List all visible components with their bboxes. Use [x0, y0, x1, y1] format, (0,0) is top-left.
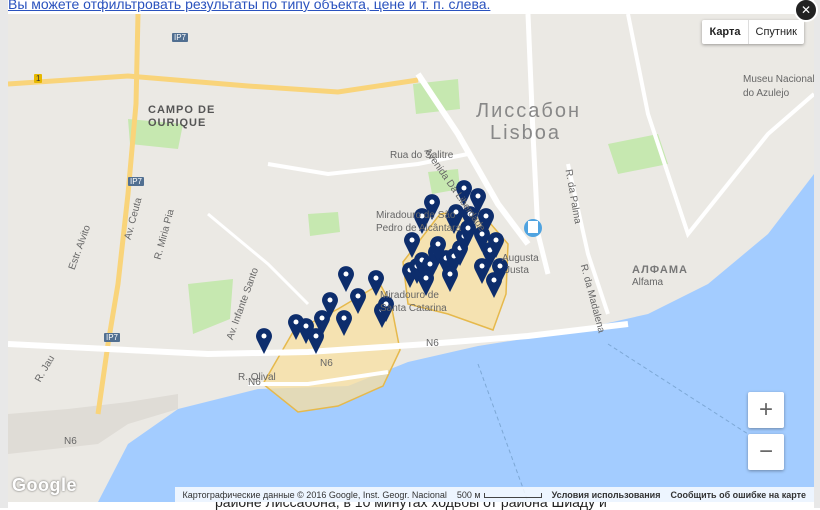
label-n6-b: N6 — [248, 377, 261, 388]
label-alfama-pt: Alfama — [632, 277, 664, 288]
station-icon[interactable] — [524, 219, 542, 237]
label-campo-2: OURIQUE — [148, 117, 207, 129]
map-popup[interactable]: Лиссабон Lisboa CAMPO DE OURIQUE АЛФАМА … — [8, 14, 814, 502]
scale-control[interactable]: 500 м — [457, 490, 542, 500]
attribution-text: Картографические данные © 2016 Google, I… — [182, 489, 447, 500]
terms-link[interactable]: Условия использования — [552, 490, 661, 500]
park-2 — [308, 212, 340, 236]
label-n6-c: N6 — [320, 358, 333, 369]
label-museu-2: do Azulejo — [743, 88, 790, 99]
google-logo: Google — [12, 475, 77, 495]
label-catarina-2: Santa Catarina — [380, 303, 447, 314]
label-route-1: 1 — [34, 74, 43, 83]
label-miradouro-2: Pedro de Alcântara — [376, 223, 462, 234]
label-museu-1: Museu Nacional — [743, 74, 814, 85]
map-type-satellite-button[interactable]: Спутник — [749, 20, 804, 44]
label-n6-d: N6 — [64, 436, 77, 447]
label-justa: Justa — [505, 265, 529, 276]
label-city-ru: Лиссабон — [476, 100, 582, 122]
scale-label: 500 м — [456, 489, 481, 500]
label-campo-1: CAMPO DE — [148, 104, 216, 116]
map-type-control: Карта Спутник — [702, 20, 804, 44]
attribution-bar: Картографические данные © 2016 Google, I… — [174, 487, 814, 502]
label-catarina-1: Miradouro de — [380, 290, 439, 301]
label-city-pt: Lisboa — [490, 122, 561, 144]
label-ip7-b: IP7 — [128, 177, 145, 186]
zoom-in-button[interactable]: + — [748, 392, 784, 428]
label-ip7-a: IP7 — [172, 33, 189, 42]
report-error-link[interactable]: Сообщить об ошибке на карте — [670, 490, 806, 500]
map-type-map-button[interactable]: Карта — [702, 20, 749, 44]
scale-bar — [483, 492, 542, 498]
label-alfama-ru: АЛФАМА — [632, 264, 688, 276]
filter-hint-link[interactable]: Вы можете отфильтровать результаты по ти… — [8, 0, 490, 12]
map-canvas[interactable] — [8, 14, 814, 502]
label-ip7-c: IP7 — [104, 333, 121, 342]
label-miradouro-1: Miradouro de São — [376, 210, 456, 221]
label-n6-a: N6 — [426, 338, 439, 349]
label-augusta: Augusta — [502, 253, 539, 264]
page-left-strip — [0, 0, 8, 508]
page-right-strip — [814, 0, 820, 508]
zoom-out-button[interactable]: − — [748, 434, 784, 470]
